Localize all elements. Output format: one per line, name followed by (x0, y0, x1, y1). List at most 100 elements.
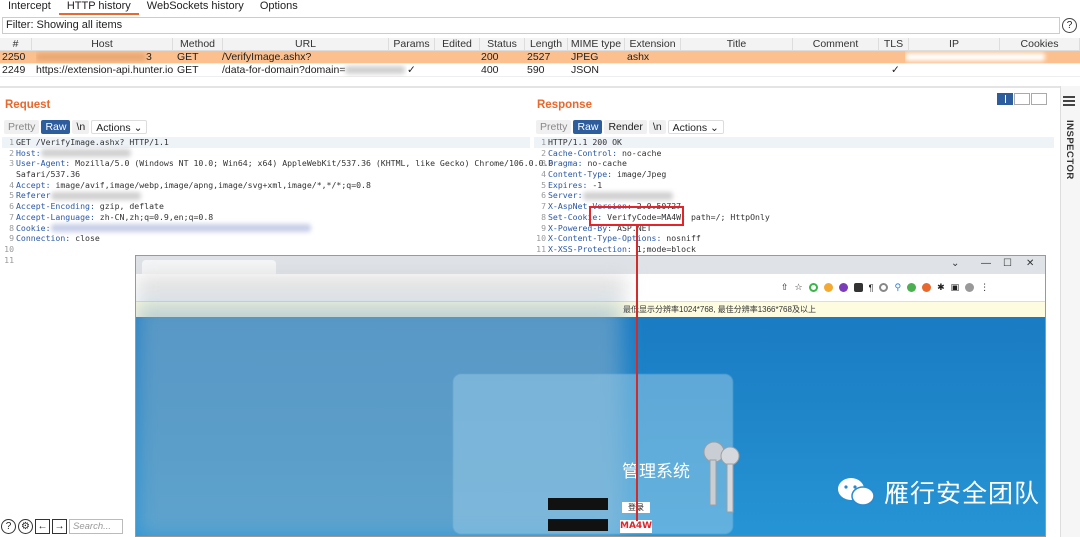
table-row[interactable]: 2250 3 GET /VerifyImage.ashx? 200 2527 J… (0, 51, 1080, 64)
response-actions-dropdown[interactable]: Actions ⌄ (667, 119, 724, 134)
extension-icon[interactable] (808, 283, 818, 292)
request-raw-button[interactable]: Raw (41, 119, 71, 134)
code-line[interactable]: 4 Content-Type: image/Jpeg (534, 169, 1054, 180)
close-icon[interactable]: ✕ (1026, 258, 1034, 269)
arrow-right-icon[interactable]: → (52, 519, 67, 534)
col-title[interactable]: Title (681, 38, 793, 51)
response-newline-button[interactable]: \n (648, 119, 666, 134)
minimize-icon[interactable]: — (981, 258, 991, 269)
table-header: # Host Method URL Params Edited Status L… (0, 38, 1080, 51)
search-input[interactable]: Search... (69, 519, 123, 534)
code-line[interactable]: Safari/537.36 (2, 169, 530, 180)
extension-icon[interactable] (922, 283, 932, 292)
more-icon[interactable]: ⋮ (980, 282, 989, 293)
browser-tab[interactable] (142, 260, 276, 274)
code-line[interactable]: 3 Pragma: no-cache (534, 158, 1054, 169)
response-editor[interactable]: 1 HTTP/1.1 200 OK 2 Cache-Control: no-cache… (534, 137, 1054, 255)
chevron-down-icon[interactable]: ⌄ (951, 258, 959, 269)
col-method[interactable]: Method (173, 38, 223, 51)
paragraph-icon[interactable]: ¶ (869, 283, 874, 293)
star-icon[interactable]: ☆ (795, 282, 803, 293)
code-line[interactable]: 2 Cache-Control: no-cache (534, 148, 1054, 159)
extension-icon[interactable] (823, 283, 833, 292)
col-status[interactable]: Status (480, 38, 525, 51)
pane-divider[interactable] (0, 86, 1060, 88)
col-params[interactable]: Params (389, 38, 435, 51)
tab-websockets-history[interactable]: WebSockets history (139, 0, 252, 15)
sidebar-icon[interactable]: ▣ (951, 282, 960, 293)
request-pretty-button[interactable]: Pretty (4, 119, 40, 134)
code-line[interactable]: 2 Host: (2, 148, 530, 159)
col-cookies[interactable]: Cookies (1000, 38, 1080, 51)
maximize-icon[interactable]: ☐ (1003, 258, 1012, 269)
code-line[interactable]: 1 GET /VerifyImage.ashx? HTTP/1.1 (2, 137, 530, 148)
col-length[interactable]: Length (525, 38, 568, 51)
tab-options[interactable]: Options (252, 0, 306, 15)
highlight-box (589, 206, 684, 226)
extension-icon[interactable] (907, 283, 917, 292)
col-url[interactable]: URL (223, 38, 389, 51)
code-line[interactable]: 3 User-Agent: Mozilla/5.0 (Windows NT 10.… (2, 158, 553, 169)
col-edited[interactable]: Edited (435, 38, 480, 51)
username-input[interactable] (548, 498, 608, 510)
captcha-image[interactable]: MA4W (620, 520, 652, 533)
request-actions-dropdown[interactable]: Actions ⌄ (91, 119, 148, 134)
code-line[interactable]: 10 X-Content-Type-Options: nosniff (534, 233, 1054, 244)
header-name: Cookie: (16, 222, 51, 233)
header-value: image/Jpeg (612, 169, 667, 180)
table-row[interactable]: 2249 https://extension-api.hunter.io GET… (0, 64, 1080, 77)
response-render-button[interactable]: Render (604, 119, 647, 134)
extension-icon[interactable] (879, 283, 889, 292)
layout-horizontal-icon[interactable] (1014, 93, 1030, 105)
code-line[interactable]: 7 Accept-Language: zh-CN,zh;q=0.9,en;q=0.… (2, 212, 530, 223)
code-line[interactable]: 10 (2, 244, 530, 255)
request-editor[interactable]: 1 GET /VerifyImage.ashx? HTTP/1.1 2 Host: 3 U… (2, 137, 553, 265)
code-line[interactable]: 9 Connection: close (2, 233, 530, 244)
layout-single-icon[interactable] (1031, 93, 1047, 105)
line-number: 10 (536, 233, 546, 244)
code-line[interactable]: 4 Accept: image/avif,image/webp,image/apn… (2, 180, 530, 191)
header-value: Mozilla/5.0 (Windows NT 10.0; Win64; x64… (70, 158, 554, 169)
gear-icon[interactable]: ⚙ (18, 519, 33, 534)
response-raw-button[interactable]: Raw (573, 119, 603, 134)
row-ip (905, 51, 1055, 64)
annotation-line (636, 226, 638, 521)
password-input[interactable] (548, 519, 608, 531)
filter-bar[interactable]: Filter: Showing all items (2, 17, 1060, 34)
extension-icon[interactable] (853, 283, 863, 292)
code-line[interactable]: 6 Accept-Encoding: gzip, deflate (2, 201, 530, 212)
avatar[interactable] (965, 283, 975, 292)
response-pretty-button[interactable]: Pretty (536, 119, 572, 134)
pin-icon[interactable]: ⚲ (894, 282, 901, 293)
row-params: ✓ (407, 64, 416, 76)
code-line[interactable]: 8 Cookie: (2, 223, 530, 234)
arrow-left-icon[interactable]: ← (35, 519, 50, 534)
code-line[interactable]: 11 X-XSS-Protection: 1;mode=block (534, 244, 1054, 255)
tab-http-history[interactable]: HTTP history (58, 0, 139, 15)
inspector-label[interactable]: INSPECTOR (1064, 120, 1075, 180)
col-mime[interactable]: MIME type (568, 38, 625, 51)
tab-intercept[interactable]: Intercept (0, 0, 59, 15)
code-line[interactable]: 1 HTTP/1.1 200 OK (534, 137, 1054, 148)
line-number: 7 (541, 201, 546, 212)
col-extension[interactable]: Extension (625, 38, 681, 51)
col-comment[interactable]: Comment (793, 38, 879, 51)
col-host[interactable]: Host (32, 38, 173, 51)
help-icon[interactable]: ? (1062, 18, 1077, 33)
code-line[interactable]: 5 Referer (2, 190, 530, 201)
code-line[interactable]: 6 Server: (534, 190, 1054, 201)
header-value: nosniff (661, 233, 701, 244)
extension-icon[interactable] (838, 283, 848, 292)
code-line[interactable]: 5 Expires: -1 (534, 180, 1054, 191)
col-tls[interactable]: TLS (879, 38, 909, 51)
col-ip[interactable]: IP (909, 38, 1000, 51)
puzzle-icon[interactable]: ✱ (937, 282, 945, 293)
address-bar[interactable] (136, 276, 626, 298)
request-newline-button[interactable]: \n (72, 119, 90, 134)
layout-split-icon[interactable] (997, 93, 1013, 105)
share-icon[interactable]: ⇧ (781, 282, 789, 293)
col-num[interactable]: # (0, 38, 32, 51)
help-icon[interactable]: ? (1, 519, 16, 534)
menu-icon[interactable] (1063, 96, 1075, 108)
row-status: 200 (481, 51, 499, 63)
